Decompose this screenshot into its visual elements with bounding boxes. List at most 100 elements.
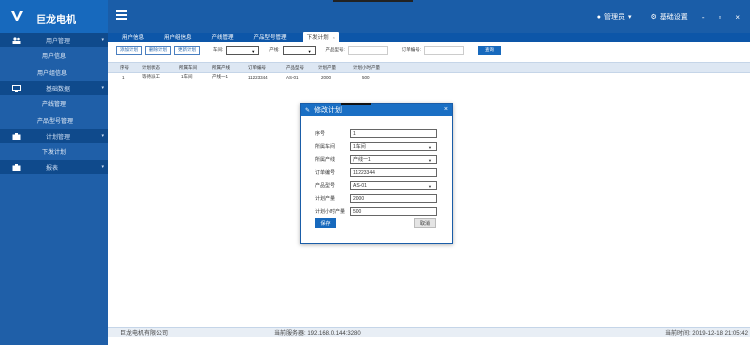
cell-order: 11223344 bbox=[248, 74, 268, 80]
menu-toggle-icon[interactable] bbox=[116, 10, 127, 20]
form-row-quantity: 计划产量 2000 bbox=[315, 194, 437, 203]
tab-line-mgmt[interactable]: 产线管理 bbox=[208, 32, 238, 42]
cell-line: 产线一1 bbox=[212, 74, 229, 79]
column-header[interactable]: 计划状态 bbox=[142, 65, 160, 71]
sidebar-group-label: 计划管理 bbox=[46, 134, 71, 141]
sidebar-group-report[interactable]: 报表 ▾ bbox=[0, 160, 108, 174]
chevron-down-icon: ▾ bbox=[101, 37, 104, 43]
sidebar-item-line-mgmt[interactable]: 产线管理 bbox=[0, 95, 108, 112]
chevron-down-icon: ▾ bbox=[101, 164, 104, 170]
quantity-field[interactable]: 2000 bbox=[350, 194, 437, 203]
field-label: 订单编号 bbox=[315, 170, 336, 176]
field-label: 产品型号 bbox=[315, 183, 336, 189]
order-filter-input[interactable] bbox=[424, 45, 465, 55]
model-select[interactable]: AS-01 ▼ bbox=[350, 181, 437, 190]
close-icon[interactable]: × bbox=[333, 35, 335, 40]
column-header[interactable]: 产品型号 bbox=[286, 65, 304, 71]
close-button[interactable]: × bbox=[735, 13, 740, 22]
sidebar-item-model-mgmt[interactable]: 产品型号管理 bbox=[0, 112, 108, 129]
workshop-filter-select[interactable]: ▼ bbox=[226, 45, 260, 55]
model-filter-label: 产品型号: bbox=[325, 47, 345, 52]
update-plan-button[interactable]: 更新计划 bbox=[174, 45, 200, 55]
sidebar-group-label: 报表 bbox=[46, 165, 59, 172]
toolbar: 添加计划 删除计划 更新计划 车间: ▼ 产线: ▼ 产品型号: 订单编号: 查… bbox=[108, 42, 750, 58]
users-icon bbox=[12, 36, 21, 44]
user-label: 管理员 bbox=[604, 14, 626, 21]
tab-label: 下发计划 bbox=[306, 35, 329, 41]
user-menu[interactable]: ● 管理员 ▾ bbox=[597, 12, 635, 22]
column-header[interactable]: 计划小时产量 bbox=[353, 65, 380, 71]
save-button[interactable]: 保存 bbox=[315, 218, 336, 228]
table-row[interactable]: 1 等待派工 1车间 产线一1 11223344 AS-01 2000 500 bbox=[108, 73, 750, 81]
field-value: 产线一1 bbox=[353, 157, 371, 163]
field-value: AS-01 bbox=[353, 182, 367, 189]
dialog-title: 修改计划 bbox=[314, 107, 343, 114]
window-notch bbox=[333, 0, 413, 2]
minimize-button[interactable]: - bbox=[702, 13, 705, 22]
sidebar-item-issue-plan[interactable]: 下发计划 bbox=[0, 143, 108, 160]
sidebar-group-label: 基础数据 bbox=[46, 86, 71, 93]
column-header[interactable]: 订单编号 bbox=[248, 65, 266, 71]
form-row-model: 产品型号 AS-01 ▼ bbox=[315, 181, 437, 190]
user-icon: ● bbox=[596, 13, 602, 21]
delete-plan-button[interactable]: 删除计划 bbox=[145, 45, 171, 55]
sidebar-item-user-info[interactable]: 用户信息 bbox=[0, 47, 108, 64]
chevron-down-icon: ▼ bbox=[428, 158, 432, 163]
topbar-right: ● 管理员 ▾ ⚙ 基础设置 - ▫ × bbox=[581, 12, 740, 22]
field-label: 所属车间 bbox=[315, 144, 336, 150]
field-label: 计划小时产量 bbox=[315, 209, 346, 215]
cell-status: 等待派工 bbox=[142, 74, 160, 79]
column-header[interactable]: 计划产量 bbox=[318, 65, 336, 71]
chevron-down-icon: ▾ bbox=[101, 133, 104, 139]
chevron-down-icon: ▼ bbox=[428, 145, 432, 150]
sidebar-group-basedata[interactable]: 基础数据 ▾ bbox=[0, 81, 108, 95]
restore-button[interactable]: ▫ bbox=[718, 13, 721, 22]
cancel-button[interactable]: 取消 bbox=[414, 218, 436, 228]
tab-issue-plan[interactable]: 下发计划 × bbox=[302, 32, 339, 42]
briefcase-icon bbox=[12, 163, 21, 171]
status-bar: 巨龙电机有限公司 当前服务器: 192.168.0.144:3280 当前时间:… bbox=[108, 327, 750, 337]
form-row-index: 序号 1 bbox=[315, 129, 437, 138]
line-filter-select[interactable]: ▼ bbox=[282, 45, 316, 55]
field-value: 1车间 bbox=[353, 144, 366, 150]
briefcase-icon bbox=[12, 132, 21, 140]
gear-icon: ⚙ bbox=[650, 14, 657, 21]
sidebar-group-users[interactable]: 用户管理 ▾ bbox=[0, 33, 108, 47]
order-field[interactable]: 11223344 bbox=[350, 168, 437, 177]
index-field[interactable]: 1 bbox=[350, 129, 437, 138]
cell-model: AS-01 bbox=[286, 74, 299, 80]
search-button[interactable]: 查询 bbox=[478, 45, 502, 55]
current-time: 当前时间: 2019-12-18 21:05:42 bbox=[664, 331, 748, 337]
cell-index: 1 bbox=[122, 74, 125, 80]
model-filter-input[interactable] bbox=[347, 45, 388, 55]
logo-area: 巨龙电机 bbox=[0, 0, 108, 33]
hourly-quantity-field[interactable]: 500 bbox=[350, 207, 437, 216]
dialog-close-button[interactable]: × bbox=[444, 106, 448, 113]
sidebar-item-user-group[interactable]: 用户组信息 bbox=[0, 64, 108, 81]
line-select[interactable]: 产线一1 ▼ bbox=[350, 155, 437, 164]
cell-workshop: 1车间 bbox=[181, 74, 193, 79]
form-row-hourly: 计划小时产量 500 bbox=[315, 207, 437, 216]
top-bar: 巨龙电机 ● 管理员 ▾ ⚙ 基础设置 - ▫ × bbox=[0, 0, 750, 33]
chevron-down-icon: ▼ bbox=[428, 184, 432, 189]
server-address: 当前服务器: 192.168.0.144:3280 bbox=[274, 331, 361, 337]
workshop-select[interactable]: 1车间 ▼ bbox=[350, 142, 437, 151]
sidebar-group-label: 用户管理 bbox=[46, 38, 71, 45]
tab-user-info[interactable]: 用户信息 bbox=[118, 32, 148, 42]
tab-model-mgmt[interactable]: 产品型号管理 bbox=[250, 32, 291, 42]
add-plan-button[interactable]: 添加计划 bbox=[116, 45, 142, 55]
edit-plan-dialog: ✎ 修改计划 × 序号 1 所属车间 1车间 ▼ 所属产线 产线一1 ▼ 订单编号 … bbox=[300, 103, 453, 244]
company-name: 巨龙电机有限公司 bbox=[120, 331, 169, 337]
chevron-down-icon: ▾ bbox=[628, 14, 632, 21]
form-row-workshop: 所属车间 1车间 ▼ bbox=[315, 142, 437, 151]
sidebar-group-plan[interactable]: 计划管理 ▾ bbox=[0, 129, 108, 143]
settings-menu[interactable]: ⚙ 基础设置 bbox=[651, 12, 688, 22]
column-header[interactable]: 所属车间 bbox=[179, 65, 197, 71]
tab-user-group[interactable]: 用户组信息 bbox=[160, 32, 196, 42]
column-header[interactable]: 序号 bbox=[120, 65, 129, 71]
dialog-header[interactable]: ✎ 修改计划 × bbox=[301, 103, 452, 116]
field-value: 500 bbox=[353, 208, 362, 215]
column-header[interactable]: 所属产线 bbox=[212, 65, 230, 71]
cell-hourly-quantity: 500 bbox=[362, 74, 370, 80]
workshop-filter-label: 车间: bbox=[213, 47, 224, 52]
